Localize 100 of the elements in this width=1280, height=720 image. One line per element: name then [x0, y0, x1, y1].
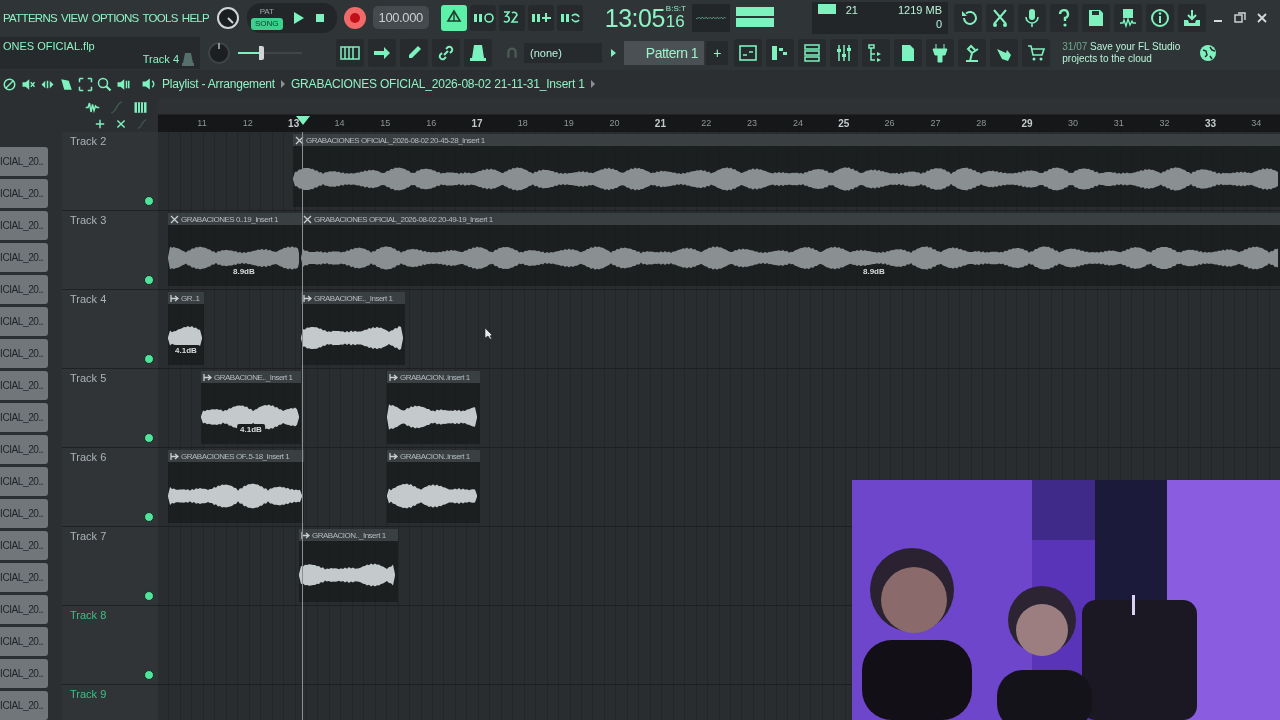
delete-icon[interactable]: [115, 118, 127, 130]
download-icon[interactable]: [1178, 3, 1206, 32]
time-format[interactable]: B:S:T: [665, 4, 686, 13]
record-button[interactable]: [342, 5, 367, 30]
mute-switch[interactable]: [144, 196, 154, 206]
mute-switch[interactable]: [144, 512, 154, 522]
song-ticks: 16: [665, 13, 685, 31]
menu-item[interactable]: TOOLS: [142, 11, 178, 24]
menu-item[interactable]: HELP: [181, 11, 210, 24]
master-volume-knob[interactable]: [215, 4, 242, 31]
browser-icon[interactable]: [862, 38, 891, 67]
menu-item[interactable]: PATTERNS: [3, 11, 58, 24]
bar-number: 19: [563, 118, 574, 128]
snap-selector[interactable]: (none): [524, 42, 602, 63]
document-icon[interactable]: [894, 38, 923, 67]
clip-list-item[interactable]: ICIAL_20..: [0, 627, 48, 656]
track-header[interactable]: Track 2: [62, 132, 158, 211]
mute-switch[interactable]: [144, 591, 154, 601]
clip-list-item[interactable]: ICIAL_20..: [0, 211, 48, 240]
step-sequencer-icon[interactable]: [766, 38, 795, 67]
audio-clip[interactable]: GRABACIONES OF..5-18_Insert 1: [168, 450, 304, 523]
save-icon[interactable]: [1082, 3, 1110, 32]
microphone-icon[interactable]: [1018, 3, 1046, 32]
plug-icon[interactable]: [926, 38, 955, 67]
mute-switch[interactable]: [144, 354, 154, 364]
bar-number: 29: [1021, 118, 1033, 129]
track-header[interactable]: Track 8: [62, 606, 158, 685]
timeline-ruler[interactable]: 11 12 13 14 15 16 17 18 19 20 21 22 23 24 25 26 27 28 29 30 31 32 33 34: [158, 115, 1280, 132]
mute-switch[interactable]: [144, 275, 154, 285]
speaker-icon[interactable]: [141, 76, 157, 92]
clip-list-item[interactable]: ICIAL_20..: [0, 499, 48, 528]
undo-icon[interactable]: [954, 3, 982, 32]
track-header[interactable]: Track 6: [62, 448, 158, 527]
audio-clip[interactable]: GRABACIONES 0..19_Insert 1 8.9dB: [168, 213, 301, 286]
info-icon[interactable]: [1146, 3, 1174, 32]
pencil-icon[interactable]: [400, 38, 428, 67]
audio-clip[interactable]: GRABACION..Insert 1: [387, 450, 480, 523]
clip-list-item[interactable]: ICIAL_20..: [0, 147, 48, 176]
globe-icon[interactable]: [1198, 42, 1219, 63]
menu-item[interactable]: OPTIONS: [91, 11, 139, 24]
audio-clip[interactable]: GRABACION..Insert 1: [387, 371, 480, 444]
clip-list-item[interactable]: ICIAL_20..: [0, 307, 48, 336]
close-icon[interactable]: [1256, 11, 1268, 24]
mode-toggle[interactable]: PAT: [251, 5, 283, 18]
bar-number: 21: [654, 118, 666, 129]
track-header[interactable]: Track 4: [62, 290, 158, 369]
track-header[interactable]: Track 9: [62, 685, 158, 720]
audio-tools-icon[interactable]: [85, 100, 100, 115]
select-icon[interactable]: [78, 76, 93, 92]
keyboard-plus-icon[interactable]: [527, 4, 554, 31]
cross-icon: [295, 135, 304, 145]
audio-clip[interactable]: GRABACIONES OFICIAL_2026-08-02 20-45-28_Insert 1: [293, 134, 1280, 207]
current-clip-name[interactable]: GRABACIONES OFICIAL_2026-08-02 21-11-31_Insert 1: [291, 77, 585, 91]
stretch-icon: [170, 451, 179, 461]
audio-clip[interactable]: GRABACIONES OFICIAL_2026-08-02 20-49-19_Insert 1 8.9dB: [301, 213, 1280, 286]
mute-switch[interactable]: [144, 433, 154, 443]
restore-icon[interactable]: [1234, 11, 1246, 24]
piano-roll-icon[interactable]: [133, 100, 148, 115]
breadcrumb-arrow-icon[interactable]: [589, 79, 596, 89]
help-icon[interactable]: [1050, 3, 1078, 32]
clip-list-item[interactable]: ICIAL_20..: [0, 403, 48, 432]
knob-icon[interactable]: [464, 38, 492, 67]
clip-list-item[interactable]: ICIAL_20..: [0, 467, 48, 496]
pattern-selector[interactable]: Pattern 1: [623, 40, 705, 65]
clip-list-item[interactable]: ICIAL_20..: [0, 435, 48, 464]
link-icon[interactable]: [432, 38, 460, 67]
loop-record-icon[interactable]: [556, 4, 583, 31]
playlist-icon[interactable]: [734, 38, 763, 67]
audio-clip[interactable]: GRABACIONE.._Insert 1 4.1dB: [201, 371, 301, 444]
clip-list-item[interactable]: ICIAL_20..: [0, 339, 48, 368]
disable-icon[interactable]: [2, 76, 17, 92]
track-header[interactable]: Track 5: [62, 369, 158, 448]
mode-toggle[interactable]: SONG: [251, 17, 283, 30]
clip-list-item[interactable]: ICIAL_20..: [0, 595, 48, 624]
audio-clip[interactable]: GRABACION.._Insert 1: [299, 529, 398, 602]
clip-list-item[interactable]: ICIAL_20..: [0, 531, 48, 560]
typing-keyboard-icon[interactable]: [336, 38, 364, 67]
scissors-icon[interactable]: [986, 3, 1014, 32]
mixer-icon[interactable]: [830, 38, 859, 67]
audio-clip[interactable]: GR..1 4.1dB: [168, 292, 204, 365]
track-header[interactable]: Track 3: [62, 211, 158, 290]
clip-list-item[interactable]: ICIAL_20..: [0, 275, 48, 304]
tempo-field[interactable]: 100.000: [372, 6, 429, 29]
menu-item[interactable]: VIEW: [61, 11, 88, 24]
zoom-icon[interactable]: [97, 76, 112, 92]
mute-switch[interactable]: [144, 670, 154, 680]
clip-list-item[interactable]: ICIAL_20..: [0, 179, 48, 208]
add-icon[interactable]: [94, 118, 106, 130]
clip-list-item[interactable]: ICIAL_20..: [0, 659, 48, 688]
channel-rack-icon[interactable]: [798, 38, 827, 67]
metronome-icon[interactable]: [440, 4, 467, 31]
clip-list-item[interactable]: ICIAL_20..: [0, 563, 48, 592]
clip-list-item[interactable]: ICIAL_20..: [0, 243, 48, 272]
clip-list-item[interactable]: ICIAL_20..: [0, 371, 48, 400]
track-header[interactable]: Track 7: [62, 527, 158, 606]
cross-icon: [170, 214, 179, 224]
add-pattern-button[interactable]: +: [706, 40, 729, 65]
cart-icon[interactable]: [1022, 38, 1051, 67]
clip-list-item[interactable]: ICIAL_20..: [0, 691, 48, 720]
audio-clip[interactable]: GRABACIONE.._Insert 1: [301, 292, 405, 365]
